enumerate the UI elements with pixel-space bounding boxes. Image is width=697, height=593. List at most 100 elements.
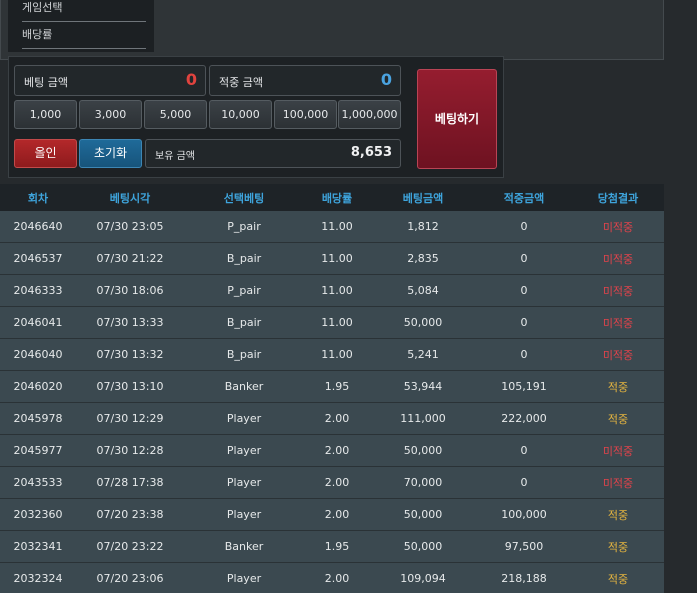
cell-round: 2046640 <box>13 220 63 233</box>
cell-bet-time: 07/30 12:28 <box>96 444 164 457</box>
cell-hit-amount: 105,191 <box>501 380 547 393</box>
cell-bet-amount: 5,084 <box>407 284 439 297</box>
cell-bet-amount: 5,241 <box>407 348 439 361</box>
cell-selected-bet: P_pair <box>227 284 261 297</box>
header-bet-time: 베팅시각 <box>109 191 151 205</box>
cell-hit-amount: 100,000 <box>501 508 547 521</box>
cell-odds: 2.00 <box>324 476 350 489</box>
cell-odds: 1.95 <box>324 540 350 553</box>
cell-hit-amount: 0 <box>520 316 528 329</box>
bet-history-table: 회차 베팅시각 선택베팅 배당률 베팅금액 적중금액 당첨결과 2046640 0… <box>0 184 664 593</box>
bet-amount-box: 베팅 금액 0 <box>14 65 206 96</box>
cell-round: 2032360 <box>13 508 63 521</box>
cell-bet-amount: 50,000 <box>403 508 443 521</box>
cell-bet-amount: 2,835 <box>407 252 439 265</box>
owned-amount-value: 8,653 <box>350 145 392 160</box>
hit-amount-label: 적중 금액 <box>219 76 263 89</box>
cell-result: 미적중 <box>602 316 634 330</box>
header-selected-bet: 선택베팅 <box>223 191 265 205</box>
cell-hit-amount: 0 <box>520 348 528 361</box>
table-row: 2032360 07/20 23:38 Player 2.00 50,000 100,00… <box>0 499 664 531</box>
cell-bet-time: 07/30 13:33 <box>96 316 164 329</box>
cell-round: 2032324 <box>13 572 63 585</box>
cell-result: 적중 <box>607 508 629 522</box>
cell-selected-bet: B_pair <box>226 316 262 329</box>
table-row: 2046640 07/30 23:05 P_pair 11.00 1,812 0 미적중 <box>0 211 664 243</box>
cell-result: 미적중 <box>602 220 634 234</box>
header-odds: 배당률 <box>321 191 353 205</box>
cell-bet-time: 07/20 23:38 <box>96 508 164 521</box>
table-row: 2032324 07/20 23:06 Player 2.00 109,094 218,1… <box>0 563 664 593</box>
cell-selected-bet: Player <box>226 444 262 457</box>
cell-hit-amount: 0 <box>520 252 528 265</box>
cell-bet-time: 07/20 23:06 <box>96 572 164 585</box>
cell-selected-bet: Player <box>226 412 262 425</box>
cell-result: 미적중 <box>602 252 634 266</box>
cell-bet-time: 07/30 12:29 <box>96 412 164 425</box>
cell-result: 미적중 <box>602 348 634 362</box>
chip-1000-button[interactable]: 1,000 <box>14 100 77 129</box>
cell-hit-amount: 218,188 <box>501 572 547 585</box>
cell-round: 2046041 <box>13 316 63 329</box>
cell-bet-amount: 50,000 <box>403 444 443 457</box>
menu-item-odds[interactable]: 배당률 <box>22 27 146 49</box>
table-row: 2046020 07/30 13:10 Banker 1.95 53,944 105,19… <box>0 371 664 403</box>
cell-round: 2043533 <box>13 476 63 489</box>
cell-bet-amount: 53,944 <box>403 380 443 393</box>
cell-bet-amount: 1,812 <box>407 220 439 233</box>
chip-3000-button[interactable]: 3,000 <box>79 100 142 129</box>
chip-10000-button[interactable]: 10,000 <box>209 100 272 129</box>
cell-odds: 11.00 <box>321 220 353 233</box>
table-row: 2046537 07/30 21:22 B_pair 11.00 2,835 0 미적중 <box>0 243 664 275</box>
place-bet-button[interactable]: 베팅하기 <box>417 69 497 169</box>
cell-bet-time: 07/30 13:32 <box>96 348 164 361</box>
cell-hit-amount: 0 <box>520 444 528 457</box>
table-row: 2045978 07/30 12:29 Player 2.00 111,000 222,0… <box>0 403 664 435</box>
header-result: 당첨결과 <box>597 191 639 205</box>
chip-1000000-button[interactable]: 1,000,000 <box>338 100 401 129</box>
bet-amount-label: 베팅 금액 <box>24 76 68 89</box>
cell-result: 적중 <box>607 540 629 554</box>
table-row: 2046041 07/30 13:33 B_pair 11.00 50,000 0 미적중 <box>0 307 664 339</box>
cell-bet-amount: 50,000 <box>403 316 443 329</box>
cell-result: 미적중 <box>602 444 634 458</box>
table-row: 2045977 07/30 12:28 Player 2.00 50,000 0 미적중 <box>0 435 664 467</box>
hit-amount-value: 0 <box>380 70 392 89</box>
cell-hit-amount: 0 <box>520 284 528 297</box>
cell-odds: 2.00 <box>324 412 350 425</box>
cell-bet-time: 07/30 18:06 <box>96 284 164 297</box>
table-header: 회차 베팅시각 선택베팅 배당률 베팅금액 적중금액 당첨결과 <box>0 184 664 211</box>
cell-bet-time: 07/30 23:05 <box>96 220 164 233</box>
owned-amount-label: 보유 금액 <box>155 151 195 162</box>
cell-bet-time: 07/30 21:22 <box>96 252 164 265</box>
header-hit-amount: 적중금액 <box>503 191 545 205</box>
cell-selected-bet: Player <box>226 508 262 521</box>
cell-round: 2046020 <box>13 380 63 393</box>
cell-odds: 1.95 <box>324 380 350 393</box>
cell-odds: 11.00 <box>321 316 353 329</box>
cell-selected-bet: Player <box>226 572 262 585</box>
cell-hit-amount: 97,500 <box>504 540 544 553</box>
cell-selected-bet: Player <box>226 476 262 489</box>
chip-100000-button[interactable]: 100,000 <box>274 100 337 129</box>
table-row: 2046040 07/30 13:32 B_pair 11.00 5,241 0 미적중 <box>0 339 664 371</box>
hit-amount-box: 적중 금액 0 <box>209 65 401 96</box>
cell-bet-amount: 70,000 <box>403 476 443 489</box>
cell-result: 적중 <box>607 412 629 426</box>
all-in-button[interactable]: 올인 <box>14 139 77 168</box>
cell-odds: 2.00 <box>324 444 350 457</box>
menu-item-game-select[interactable]: 게임선택 <box>22 0 146 22</box>
bet-panel: 베팅 금액 0 적중 금액 0 1,000 3,000 5,000 10,000… <box>8 56 504 178</box>
cell-odds: 11.00 <box>321 348 353 361</box>
table-row: 2046333 07/30 18:06 P_pair 11.00 5,084 0 미적중 <box>0 275 664 307</box>
reset-button[interactable]: 초기화 <box>79 139 142 168</box>
cell-selected-bet: B_pair <box>226 252 262 265</box>
cell-bet-amount: 109,094 <box>400 572 446 585</box>
cell-result: 미적중 <box>602 284 634 298</box>
table-body: 2046640 07/30 23:05 P_pair 11.00 1,812 0 미적중 20… <box>0 211 664 593</box>
cell-bet-time: 07/30 13:10 <box>96 380 164 393</box>
table-row: 2032341 07/20 23:22 Banker 1.95 50,000 97,500… <box>0 531 664 563</box>
cell-result: 미적중 <box>602 476 634 490</box>
cell-round: 2046333 <box>13 284 63 297</box>
chip-5000-button[interactable]: 5,000 <box>144 100 207 129</box>
